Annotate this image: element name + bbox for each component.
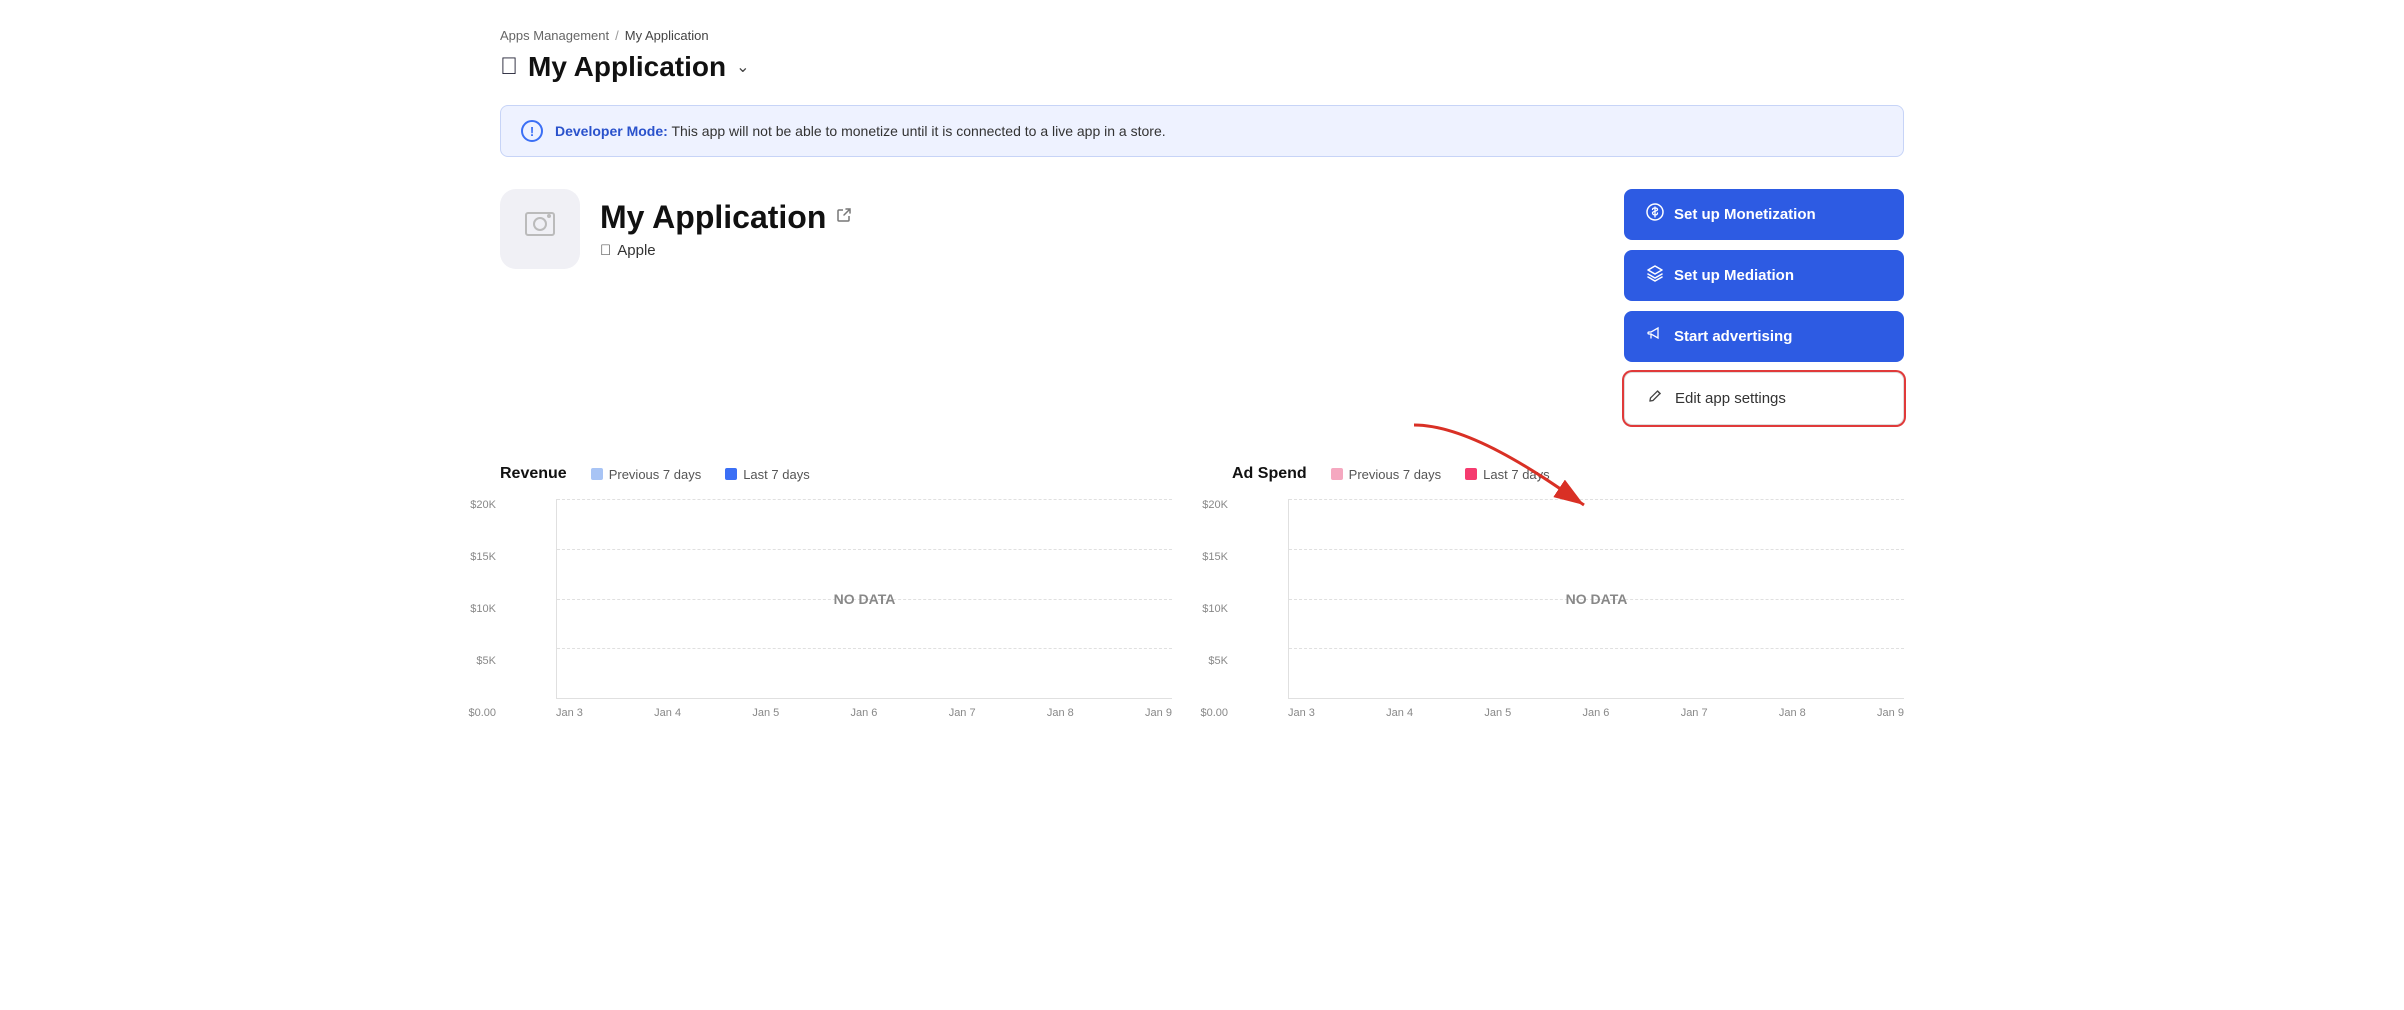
ad-spend-chart-area: NO DATA <box>1288 499 1904 699</box>
page-title-row:  My Application ⌄ <box>500 51 1904 83</box>
revenue-prev-dot <box>591 468 603 480</box>
platform-apple-icon:  <box>600 242 611 259</box>
breadcrumb-parent-link[interactable]: Apps Management <box>500 28 609 43</box>
ad-spend-no-data: NO DATA <box>1566 591 1628 607</box>
app-name-area: My Application  Apple <box>600 199 852 259</box>
layers-icon <box>1646 264 1664 287</box>
ad-spend-y-labels: $20K $15K $10K $5K $0.00 <box>1180 499 1228 719</box>
charts-section: Revenue Previous 7 days Last 7 days $20K… <box>500 465 1904 719</box>
revenue-legend-last: Last 7 days <box>725 467 810 482</box>
edit-settings-label: Edit app settings <box>1675 390 1786 407</box>
app-icon-box <box>500 189 580 269</box>
banner-label: Developer Mode: <box>555 123 668 139</box>
ad-spend-legend-previous: Previous 7 days <box>1331 467 1442 482</box>
platform-name: Apple <box>617 242 655 259</box>
app-platform-row:  Apple <box>600 242 852 259</box>
ad-spend-legend-last: Last 7 days <box>1465 467 1550 482</box>
banner-text: Developer Mode: This app will not be abl… <box>555 123 1166 139</box>
setup-mediation-button[interactable]: Set up Mediation <box>1624 250 1904 301</box>
developer-mode-banner: ! Developer Mode: This app will not be a… <box>500 105 1904 157</box>
revenue-prev-label: Previous 7 days <box>609 467 702 482</box>
start-advertising-button[interactable]: Start advertising <box>1624 311 1904 362</box>
revenue-chart: Revenue Previous 7 days Last 7 days $20K… <box>500 465 1172 719</box>
monetization-label: Set up Monetization <box>1674 206 1816 223</box>
app-info: My Application  Apple <box>500 189 852 269</box>
ad-spend-last-dot <box>1465 468 1477 480</box>
revenue-last-dot <box>725 468 737 480</box>
advertising-label: Start advertising <box>1674 328 1792 345</box>
revenue-chart-area: NO DATA <box>556 499 1172 699</box>
apple-icon:  <box>500 53 518 81</box>
revenue-x-labels: Jan 3 Jan 4 Jan 5 Jan 6 Jan 7 Jan 8 Jan … <box>556 707 1172 719</box>
setup-monetization-button[interactable]: Set up Monetization <box>1624 189 1904 240</box>
edit-app-settings-button[interactable]: Edit app settings <box>1624 372 1904 425</box>
breadcrumb-separator: / <box>615 28 619 43</box>
ad-spend-chart: Ad Spend Previous 7 days Last 7 days $20… <box>1232 465 1904 719</box>
ad-spend-last-label: Last 7 days <box>1483 467 1550 482</box>
app-header-section: My Application  Apple <box>500 189 1904 425</box>
breadcrumb-current: My Application <box>625 28 709 43</box>
app-name-row: My Application <box>600 199 852 236</box>
app-icon-placeholder <box>522 207 558 251</box>
revenue-legend-previous: Previous 7 days <box>591 467 702 482</box>
page-title: My Application <box>528 51 726 83</box>
dollar-icon <box>1646 203 1664 226</box>
chevron-down-icon[interactable]: ⌄ <box>736 57 749 77</box>
edit-icon <box>1647 387 1665 410</box>
ad-spend-prev-dot <box>1331 468 1343 480</box>
revenue-last-label: Last 7 days <box>743 467 810 482</box>
mediation-label: Set up Mediation <box>1674 267 1794 284</box>
megaphone-icon <box>1646 325 1664 348</box>
revenue-no-data: NO DATA <box>834 591 896 607</box>
ad-spend-chart-header: Ad Spend Previous 7 days Last 7 days <box>1232 465 1904 483</box>
app-name: My Application <box>600 199 826 236</box>
ad-spend-chart-title: Ad Spend <box>1232 465 1307 483</box>
action-buttons: Set up Monetization Set up Mediation <box>1624 189 1904 425</box>
breadcrumb: Apps Management / My Application <box>500 28 1904 43</box>
revenue-chart-title: Revenue <box>500 465 567 483</box>
revenue-y-labels: $20K $15K $10K $5K $0.00 <box>448 499 496 719</box>
ad-spend-prev-label: Previous 7 days <box>1349 467 1442 482</box>
info-icon: ! <box>521 120 543 142</box>
ad-spend-x-labels: Jan 3 Jan 4 Jan 5 Jan 6 Jan 7 Jan 8 Jan … <box>1288 707 1904 719</box>
revenue-chart-header: Revenue Previous 7 days Last 7 days <box>500 465 1172 483</box>
external-link-icon[interactable] <box>836 207 852 228</box>
